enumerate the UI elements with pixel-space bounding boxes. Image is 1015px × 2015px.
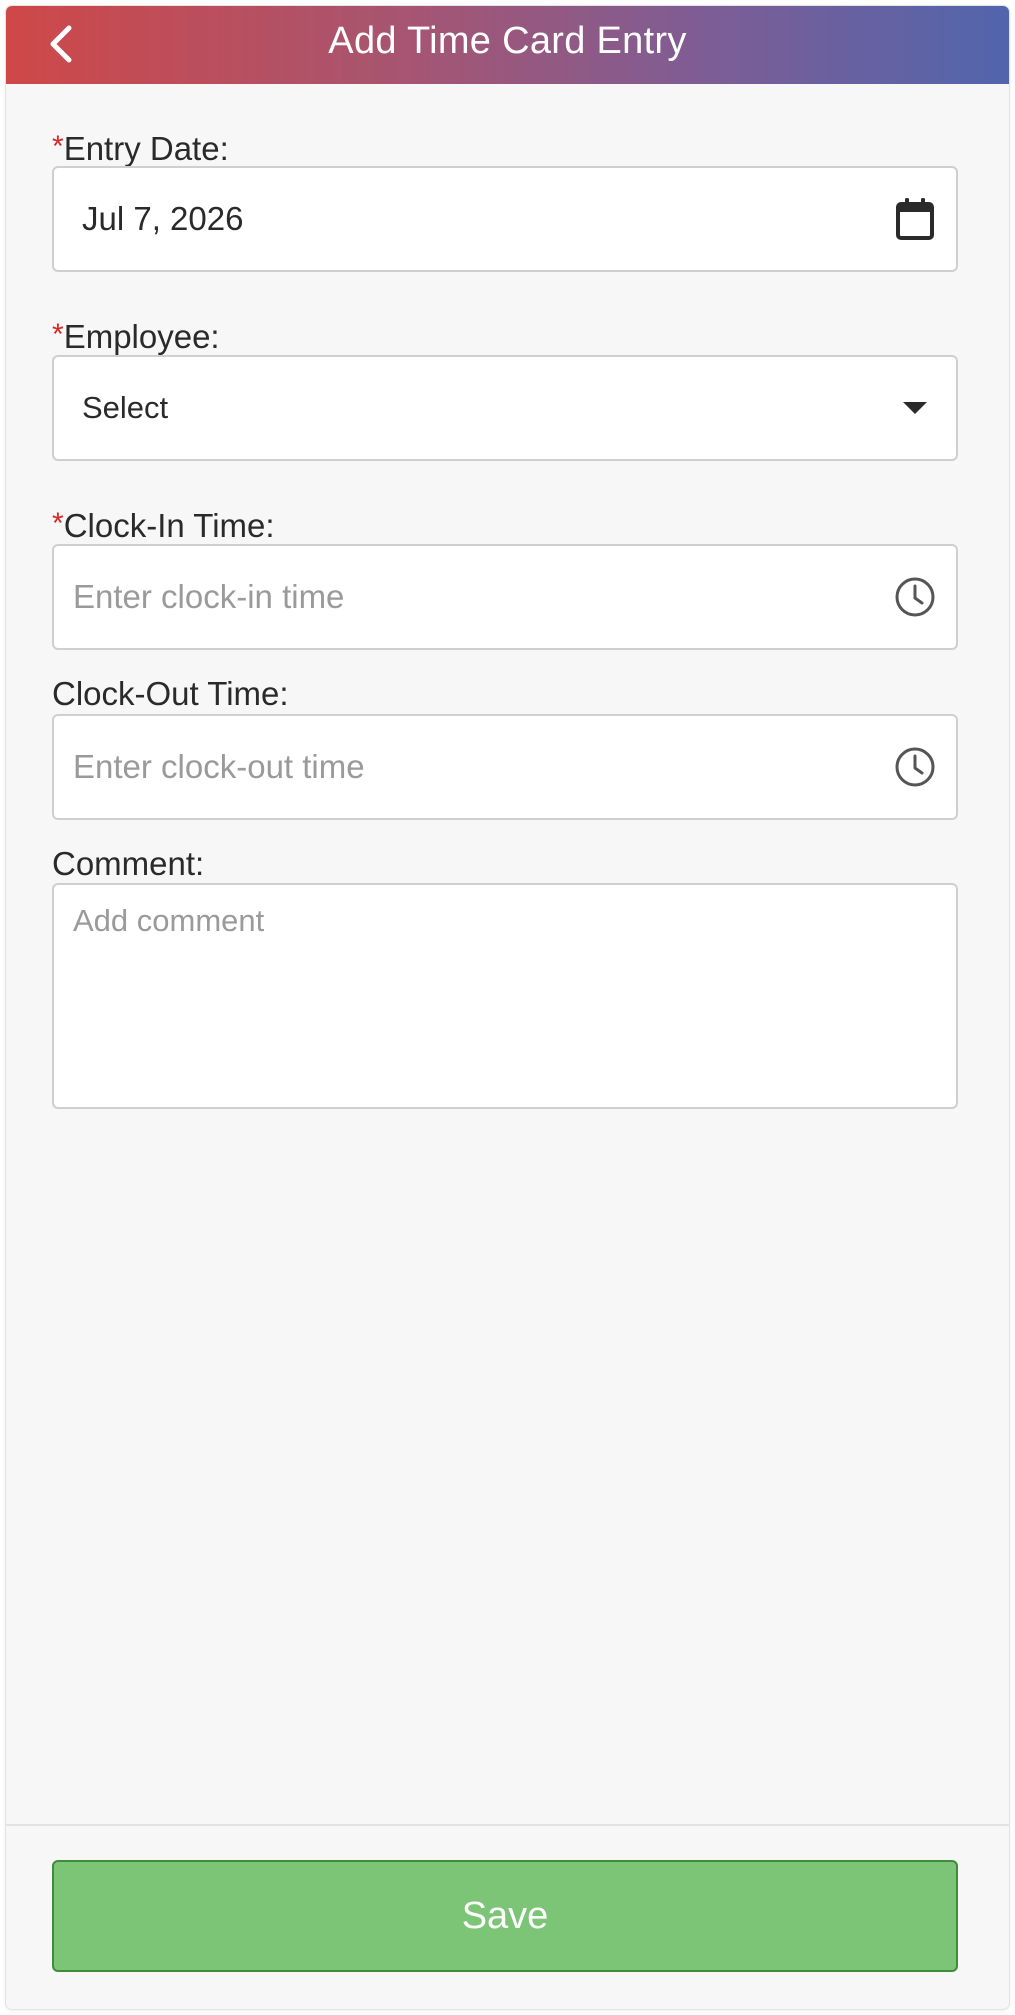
employee-label-text: Employee: (63, 318, 220, 355)
employee-select[interactable]: Select (52, 355, 958, 461)
clock-in-placeholder: Enter clock-in time (73, 578, 345, 615)
entry-date-field[interactable]: Jul 7, 2026 (52, 166, 958, 272)
page-title: Add Time Card Entry (328, 20, 687, 62)
clock-icon[interactable] (890, 572, 940, 622)
required-marker: * (52, 318, 64, 351)
save-button[interactable]: Save (52, 1860, 958, 1972)
clock-in-label-text: Clock-In Time: (63, 507, 275, 544)
required-marker: * (52, 130, 64, 163)
app-window: Add Time Card Entry *Entry Date: Jul 7, … (6, 6, 1009, 2009)
clock-out-field[interactable]: Enter clock-out time (52, 714, 958, 820)
comment-textarea[interactable]: Add comment (52, 883, 958, 1109)
clock-out-placeholder: Enter clock-out time (73, 748, 365, 785)
clock-icon[interactable] (890, 742, 940, 792)
clock-in-field[interactable]: Enter clock-in time (52, 544, 958, 650)
clock-out-label: Clock-Out Time: (52, 675, 289, 712)
clock-in-label: *Clock-In Time: (52, 504, 275, 546)
comment-placeholder: Add comment (73, 903, 265, 938)
caret-down-icon (890, 383, 940, 433)
required-marker: * (52, 507, 64, 540)
employee-selected-value: Select (82, 390, 169, 425)
footer-divider (6, 1824, 1009, 1826)
header-bar: Add Time Card Entry (6, 6, 1009, 84)
entry-date-label-text: Entry Date: (63, 130, 229, 167)
comment-label: Comment: (52, 845, 205, 882)
entry-date-label: *Entry Date: (52, 127, 229, 169)
entry-date-value: Jul 7, 2026 (82, 200, 244, 237)
employee-label: *Employee: (52, 315, 220, 357)
calendar-icon[interactable] (890, 194, 940, 244)
